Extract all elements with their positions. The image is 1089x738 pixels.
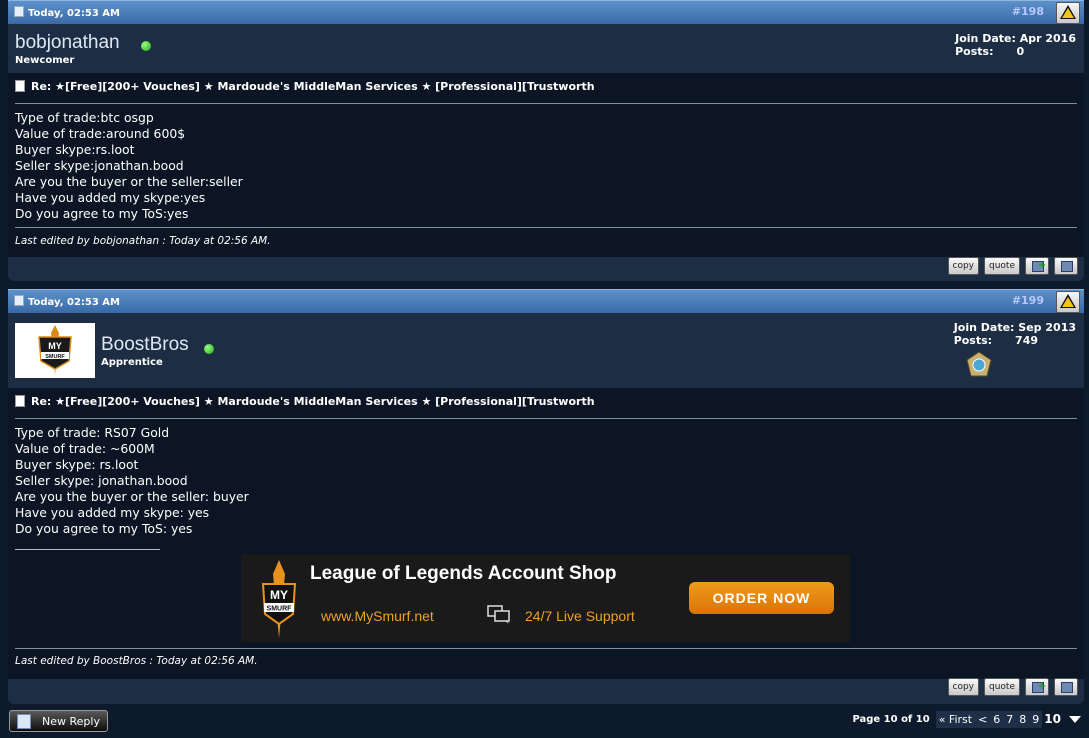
chat-icon xyxy=(487,605,510,624)
post-body: Re: ★[Free][200+ Vouches] ★ Mardoude's M… xyxy=(8,73,1084,257)
pagination: Page 10 of 10 « First < 6 7 8 9 10 xyxy=(852,710,1081,728)
post-actions: copy quote xyxy=(947,678,1078,696)
first-page-link[interactable]: « First xyxy=(935,710,976,728)
post-icon xyxy=(14,295,24,306)
prev-page-link[interactable]: < xyxy=(975,710,991,728)
edit-button[interactable] xyxy=(1054,257,1078,275)
user-info: Join Date: Apr 2016 Posts: 0 xyxy=(955,32,1076,58)
page-link[interactable]: 7 xyxy=(1003,710,1017,728)
divider xyxy=(15,418,1077,419)
post-icon xyxy=(14,6,24,17)
post-count: 0 xyxy=(1016,45,1025,58)
svg-text:SMURF: SMURF xyxy=(45,354,65,360)
online-status-icon xyxy=(141,41,151,51)
post-header: Today, 02:53 AM #198 xyxy=(8,0,1084,24)
svg-text:MY: MY xyxy=(270,588,288,602)
edit-button[interactable] xyxy=(1054,678,1078,696)
post-198: Today, 02:53 AM #198 bobjonathan Newcome… xyxy=(8,0,1084,281)
page-info: Page 10 of 10 xyxy=(852,713,930,725)
post-title: Re: ★[Free][200+ Vouches] ★ Mardoude's M… xyxy=(15,395,595,408)
user-info: Join Date: Sep 2013 Posts: 749 xyxy=(953,321,1076,347)
document-icon xyxy=(15,395,25,407)
post-actions: copy quote xyxy=(947,257,1078,275)
document-icon xyxy=(15,80,25,92)
mysmurf-logo-icon: MY SMURF xyxy=(261,560,297,638)
page-link[interactable]: 9 xyxy=(1029,710,1043,728)
post-number-link[interactable]: #199 xyxy=(1012,294,1044,307)
avatar[interactable]: MY SMURF xyxy=(15,323,95,378)
multiquote-button[interactable] xyxy=(1025,257,1049,275)
post-header: Today, 02:53 AM #199 xyxy=(8,289,1084,313)
edit-icon xyxy=(1061,682,1073,693)
quote-button[interactable]: quote xyxy=(984,678,1020,696)
page-link[interactable]: 6 xyxy=(990,710,1004,728)
username-link[interactable]: BoostBros xyxy=(101,334,189,356)
divider xyxy=(15,648,1077,649)
post-date: Today, 02:53 AM xyxy=(14,295,120,308)
multiquote-icon xyxy=(1032,681,1046,693)
current-page: 10 xyxy=(1044,712,1061,726)
banner-support: 24/7 Live Support xyxy=(525,608,635,624)
post-date: Today, 02:53 AM xyxy=(14,6,120,19)
rank-badge-icon xyxy=(964,351,994,379)
post-count: 749 xyxy=(1015,334,1039,347)
join-date: Apr 2016 xyxy=(1019,32,1076,45)
post-number-link[interactable]: #198 xyxy=(1012,5,1044,18)
edit-icon xyxy=(1061,261,1073,272)
username-link[interactable]: bobjonathan xyxy=(15,32,120,54)
new-reply-icon xyxy=(17,714,31,729)
post-199: Today, 02:53 AM #199 MY SMURF BoostBros … xyxy=(8,289,1084,704)
post-content: Type of trade:btc osgp Value of trade:ar… xyxy=(15,110,243,221)
join-date: Sep 2013 xyxy=(1018,321,1076,334)
quote-button[interactable]: quote xyxy=(984,257,1020,275)
svg-text:MY: MY xyxy=(48,341,62,351)
last-edited: Last edited by BoostBros : Today at 02:5… xyxy=(15,655,258,667)
last-edited: Last edited by bobjonathan : Today at 02… xyxy=(15,235,271,247)
report-post-icon[interactable] xyxy=(1056,291,1080,313)
divider xyxy=(15,103,1077,104)
multiquote-button[interactable] xyxy=(1025,678,1049,696)
user-title: Newcomer xyxy=(15,55,75,66)
order-now-button[interactable]: ORDER NOW xyxy=(689,582,834,614)
mysmurf-ad-banner[interactable]: MY SMURF League of Legends Account Shop … xyxy=(241,554,850,642)
copy-button[interactable]: copy xyxy=(947,257,979,275)
signature-divider xyxy=(15,549,160,550)
svg-text:SMURF: SMURF xyxy=(267,606,293,613)
page-menu-icon[interactable] xyxy=(1069,715,1081,723)
page-link[interactable]: 8 xyxy=(1016,710,1030,728)
divider xyxy=(15,227,1077,228)
banner-headline: League of Legends Account Shop xyxy=(310,563,617,584)
new-reply-button[interactable]: New Reply xyxy=(9,710,108,732)
multiquote-icon xyxy=(1032,260,1046,272)
post-content: Type of trade: RS07 Gold Value of trade:… xyxy=(15,425,249,536)
report-post-icon[interactable] xyxy=(1056,2,1080,24)
banner-url: www.MySmurf.net xyxy=(321,608,434,624)
copy-button[interactable]: copy xyxy=(947,678,979,696)
online-status-icon xyxy=(204,344,214,354)
post-title: Re: ★[Free][200+ Vouches] ★ Mardoude's M… xyxy=(15,80,595,93)
user-title: Apprentice xyxy=(101,357,163,368)
